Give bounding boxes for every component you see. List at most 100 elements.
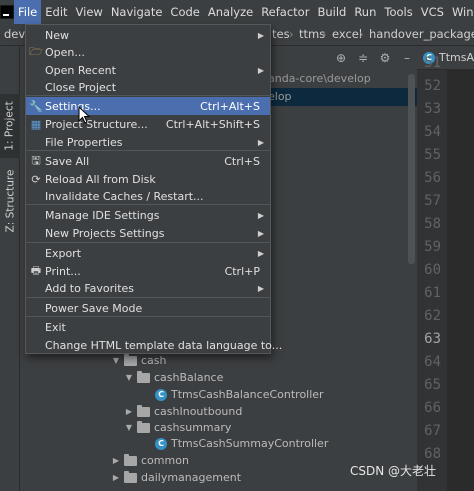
tab-structure[interactable]: Z: Structure [0, 166, 20, 236]
menu-item-label: Invalidate Caches / Restart... [45, 189, 204, 203]
menu-item-shortcut: Ctrl+Alt+Shift+S [165, 117, 260, 131]
collapse-all-icon[interactable]: ≑ [352, 47, 374, 69]
hide-panel-icon[interactable]: – [396, 47, 418, 69]
menu-code[interactable]: Code [166, 0, 203, 24]
submenu-arrow-icon: ▶ [257, 248, 264, 258]
tab-project[interactable]: 1: Project [0, 94, 20, 158]
menu-item-label: Reload All from Disk [45, 172, 156, 186]
menu-view[interactable]: View [72, 0, 107, 24]
submenu-arrow-icon: ▶ [257, 283, 264, 293]
menu-item-label: File Properties [45, 135, 123, 149]
line-number: 68 [424, 446, 441, 462]
menu-item-label: Open Recent [45, 63, 116, 77]
submenu-arrow-icon: ▶ [257, 30, 264, 40]
tree-item-cashbalance[interactable]: ▼ cashBalance [123, 369, 223, 386]
line-number: 56 [424, 170, 441, 186]
tree-item-cashsummary[interactable]: ▼ cashsummary [123, 419, 231, 436]
gear-icon[interactable]: ⚙ [374, 47, 396, 69]
menu-item-add-to-favorites[interactable]: Add to Favorites ▶ [26, 279, 270, 297]
menu-item-close-project[interactable]: Close Project [26, 78, 270, 96]
folder-open-icon: 🗁 [29, 44, 43, 58]
menu-refactor[interactable]: Refactor [257, 0, 313, 24]
menu-file[interactable]: File [14, 0, 42, 24]
menu-build[interactable]: Build [313, 0, 350, 24]
menu-run[interactable]: Run [350, 0, 380, 24]
reload-icon: ⟳ [31, 172, 41, 186]
tree-item-dailymanagement[interactable]: ▶ dailymanagement [110, 469, 241, 486]
tree-item-common[interactable]: ▶ common [110, 452, 189, 469]
line-number: 63 [424, 331, 441, 347]
tree-item-cash[interactable]: ▼ cash [110, 352, 167, 369]
collapsed-arrow-icon[interactable]: ▶ [110, 456, 122, 465]
menu-item-label: Power Save Mode [45, 301, 143, 315]
menu-item-open-recent[interactable]: Open Recent ▶ [26, 61, 270, 79]
menu-item-change-html-template-data-language-to[interactable]: Change HTML template data language to... [26, 336, 282, 354]
menu-item-exit[interactable]: Exit [26, 318, 270, 336]
save-icon: 🖫 [31, 153, 41, 167]
breadcrumb-handover-package[interactable]: handover_package [369, 27, 474, 41]
menu-item-new-projects-settings[interactable]: New Projects Settings ▶ [26, 224, 270, 242]
file-menu-dropdown: New ▶ 🗁 Open... Open Recent ▶ Close Project 🔧 Se… [25, 24, 282, 354]
tree-item-ttmscashbalancecontroller[interactable]: C TtmsCashBalanceController [153, 386, 324, 403]
menu-item-export[interactable]: Export ▶ [26, 244, 270, 262]
menu-separator [26, 242, 270, 243]
menu-item-label: New Projects Settings [45, 226, 165, 240]
line-number: 66 [424, 400, 441, 416]
menu-item-reload-all-from-disk[interactable]: ⟳ Reload All from Disk [26, 170, 270, 188]
menu-item-label: Export [45, 246, 82, 260]
project-scrollbar[interactable] [408, 74, 415, 264]
tree-item-label: common [141, 454, 189, 467]
menu-item-label: Close Project [45, 80, 117, 94]
project-structure-icon: ▦ [30, 117, 42, 131]
menu-item-open[interactable]: 🗁 Open... [26, 43, 270, 61]
menu-item-label: Save All [45, 154, 90, 168]
menu-item-label: Add to Favorites [45, 281, 135, 295]
tree-item-cashinoutbound[interactable]: ▶ cashInoutbound [123, 403, 242, 420]
tree-item-label: cashsummary [154, 421, 232, 434]
locate-icon[interactable]: ⊕ [330, 47, 352, 69]
project-panel-toolbar: ⊕ ≑ ⚙ – [268, 46, 418, 70]
collapsed-arrow-icon[interactable]: ▶ [110, 473, 122, 482]
line-number-gutter: 51 52 53 54 55 56 57 58 59 60 61 62 63 64 65 66 67 68 [417, 55, 447, 491]
menu-separator [26, 297, 270, 298]
tree-item-ttmscashsummaycontroller[interactable]: C TtmsCashSummayController [153, 435, 328, 452]
tree-item-label: dailymanagement [141, 471, 242, 484]
menu-item-invalidate-caches-restart[interactable]: Invalidate Caches / Restart... [26, 187, 270, 205]
collapsed-arrow-icon[interactable]: ▶ [123, 407, 135, 416]
menu-tools[interactable]: Tools [380, 0, 416, 24]
expanded-arrow-icon[interactable]: ▼ [123, 373, 135, 382]
line-number: 64 [424, 354, 441, 370]
menu-item-print[interactable]: 🖶 Print... Ctrl+P [26, 262, 270, 280]
submenu-arrow-icon: ▶ [257, 228, 264, 238]
project-path-text: anda-core\develop [268, 72, 371, 85]
menu-item-label: Change HTML template data language to... [45, 338, 283, 352]
expanded-arrow-icon[interactable]: ▼ [123, 423, 135, 432]
editor-tab-label: TtmsAc [439, 51, 474, 64]
menu-item-project-structure[interactable]: ▦ Project Structure... Ctrl+Alt+Shift+S [26, 115, 270, 133]
expanded-arrow-icon[interactable]: ▼ [110, 356, 122, 365]
watermark: CSDN @大老壮 [350, 464, 437, 478]
menu-item-settings[interactable]: 🔧 Settings... Ctrl+Alt+S [26, 97, 270, 115]
menu-item-label: Exit [45, 320, 66, 334]
menu-navigate[interactable]: Navigate [107, 0, 167, 24]
menu-analyze[interactable]: Analyze [204, 0, 257, 24]
folder-icon [137, 404, 150, 417]
menu-item-save-all[interactable]: 🖫 Save All Ctrl+S [26, 152, 270, 170]
menu-vcs[interactable]: VCS [417, 0, 448, 24]
menu-item-label: Settings... [45, 99, 101, 113]
menu-window[interactable]: Window [448, 0, 474, 24]
submenu-arrow-icon: ▶ [257, 65, 264, 75]
menu-item-power-save-mode[interactable]: Power Save Mode [26, 299, 270, 317]
tree-item-label: TtmsCashSummayController [171, 437, 329, 450]
code-area[interactable] [447, 70, 474, 491]
line-number: 65 [424, 377, 441, 393]
submenu-arrow-icon: ▶ [257, 210, 264, 220]
breadcrumb-tes[interactable]: tes [272, 27, 290, 41]
line-number: 52 [424, 78, 441, 94]
menu-item-file-properties[interactable]: File Properties ▶ [26, 133, 270, 151]
tree-item-label: TtmsCashBalanceController [171, 388, 324, 401]
menu-edit[interactable]: Edit [41, 0, 71, 24]
breadcrumb-excel[interactable]: excel [332, 27, 362, 41]
menu-item-manage-ide-settings[interactable]: Manage IDE Settings ▶ [26, 206, 270, 224]
menu-item-new[interactable]: New ▶ [26, 26, 270, 44]
